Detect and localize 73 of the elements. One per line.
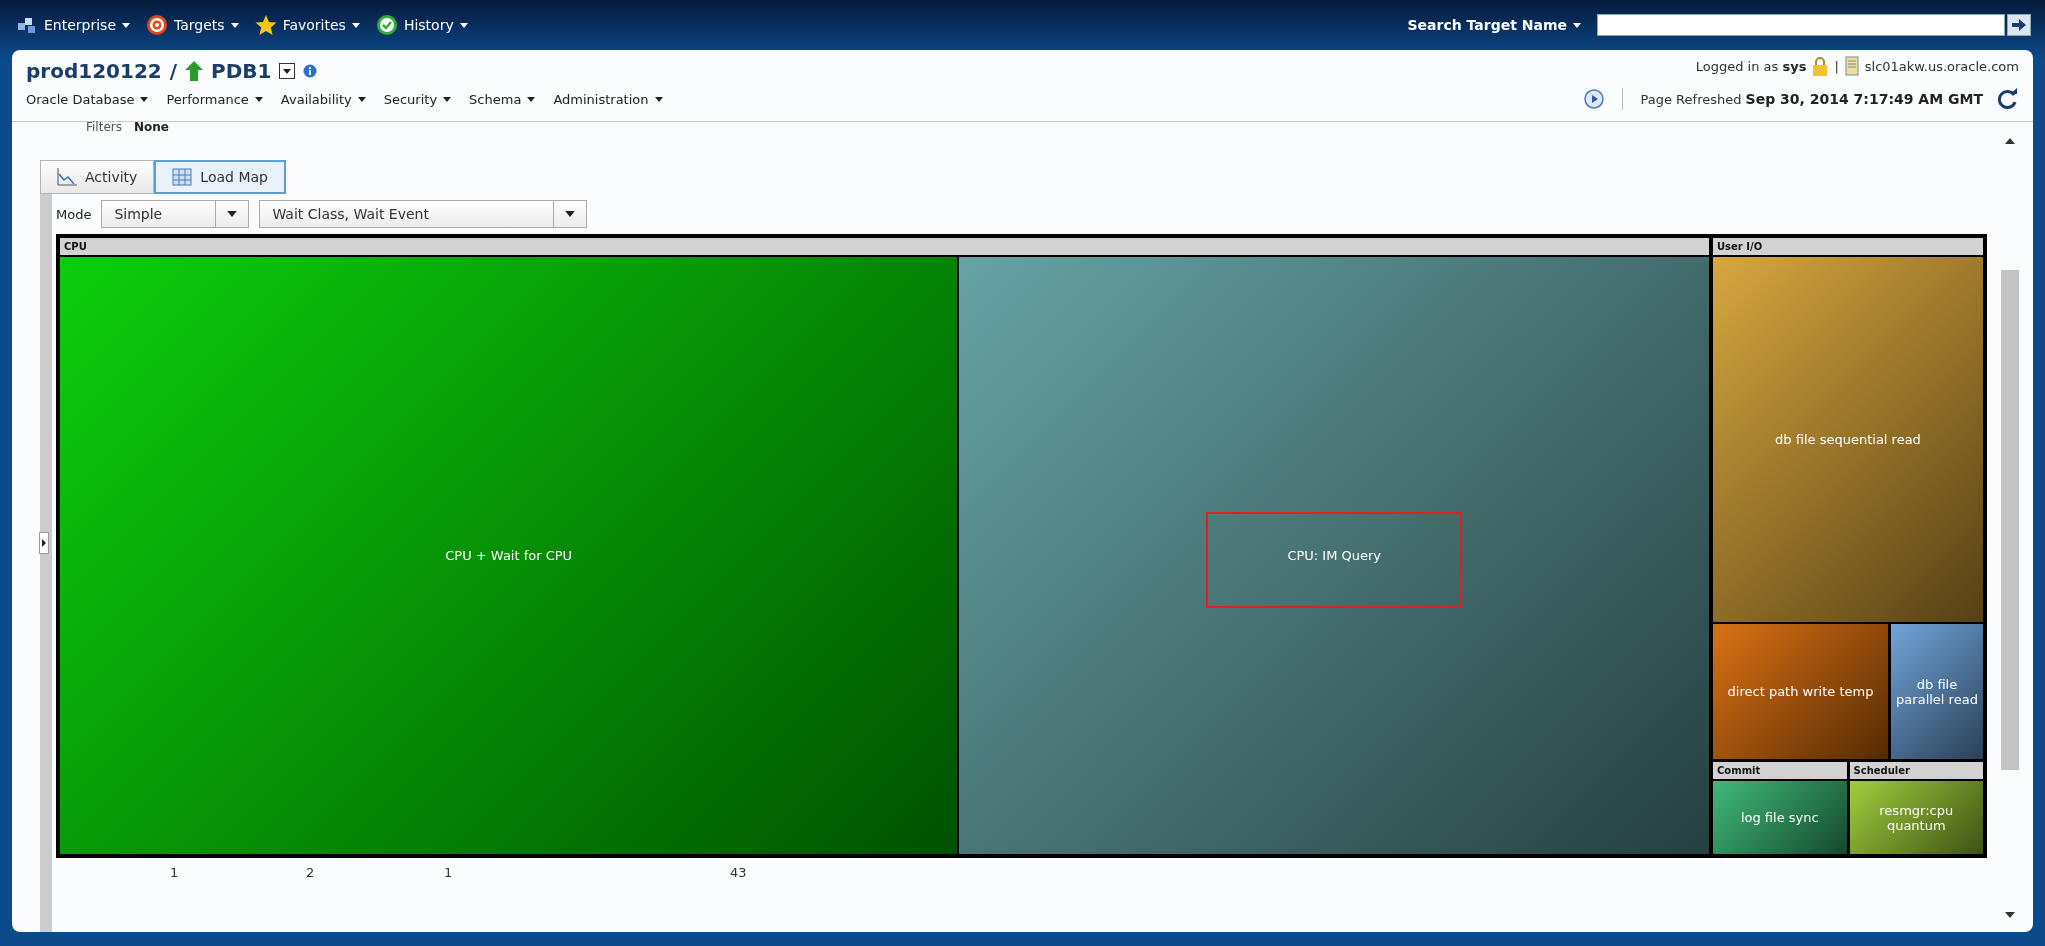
caret-icon [140, 97, 149, 102]
group-header: CPU [60, 238, 1709, 255]
scroll-up-icon[interactable] [2005, 138, 2015, 144]
caret-icon [351, 22, 360, 28]
caret-icon [1573, 22, 1581, 28]
search-scope-dropdown[interactable]: Search Target Name [1401, 16, 1587, 34]
caret-icon [254, 97, 263, 102]
caret-icon [565, 211, 576, 217]
dropdown-icon[interactable] [279, 63, 296, 79]
scroll-down-icon[interactable] [2005, 912, 2015, 918]
treemap-tile[interactable]: direct path write temp [1713, 624, 1888, 759]
host-link[interactable]: slc01akw.us.oracle.com [1864, 58, 2019, 74]
info-icon[interactable] [303, 64, 318, 78]
nav-menu[interactable]: Oracle Database [26, 92, 149, 107]
caret-icon [654, 97, 663, 102]
caret-icon [527, 97, 536, 102]
tab[interactable]: Activity [40, 160, 155, 194]
expand-toggle[interactable] [39, 532, 49, 554]
path-separator: / [169, 59, 178, 83]
search-field[interactable] [1597, 14, 2005, 36]
caret-icon [227, 211, 238, 217]
group-header: Scheduler [1849, 762, 1983, 779]
count-label: 1 [444, 864, 453, 880]
play-icon[interactable] [1583, 89, 1604, 109]
refresh-time: Page Refreshed Sep 30, 2014 7:17:49 AM GMT [1640, 91, 1983, 107]
menu-button[interactable]: Targets [146, 14, 239, 36]
grid-icon [172, 168, 193, 186]
caret-icon [357, 97, 366, 102]
login-text: Logged in as sys [1695, 58, 1807, 74]
menu-button[interactable]: History [375, 14, 468, 36]
nav-menu[interactable]: Schema [469, 92, 536, 107]
target-icon [146, 14, 169, 36]
star-icon [254, 14, 277, 36]
tab[interactable]: Load Map [154, 160, 286, 194]
scrollbar-thumb[interactable] [2001, 270, 2019, 770]
count-label: 1 [170, 864, 179, 880]
caret-icon [443, 97, 452, 102]
menu-button[interactable]: Enterprise [16, 16, 131, 34]
dimension-dropdown[interactable]: Wait Class, Wait Event [259, 200, 588, 228]
server-icon [1844, 56, 1859, 76]
nav-menu[interactable]: Performance [166, 92, 263, 107]
caret-right-icon [42, 539, 46, 547]
lock-icon [1812, 56, 1829, 76]
nav-menu[interactable]: Availability [280, 92, 366, 107]
count-label: 43 [730, 864, 747, 880]
filters-label: Filters [86, 120, 122, 136]
caret-icon [122, 22, 131, 28]
treemap-tile[interactable]: CPU: IM Query [959, 257, 1709, 854]
group-header: Commit [1713, 762, 1847, 779]
treemap-tile[interactable]: resmgr:cpu quantum [1849, 781, 1983, 854]
up-arrow-icon [185, 61, 204, 81]
treemap-tile[interactable]: CPU + Wait for CPU [60, 257, 958, 854]
filters-value: None [134, 120, 169, 136]
mode-dropdown[interactable]: Simple [101, 200, 250, 228]
cubes-icon [16, 16, 38, 34]
refresh-icon[interactable] [1997, 88, 2019, 110]
menu-button[interactable]: Favorites [254, 14, 360, 36]
nav-menu[interactable]: Administration [553, 92, 663, 107]
caret-icon [459, 22, 468, 28]
go-button[interactable] [2007, 14, 2031, 36]
arrow-right-icon [2012, 19, 2026, 31]
separator: | [1834, 58, 1839, 74]
caret-icon [230, 22, 239, 28]
treemap-tile[interactable]: db file sequential read [1713, 257, 1983, 622]
group-header: User I/O [1713, 238, 1983, 255]
target-parent-link[interactable]: prod120122 [26, 59, 162, 83]
target-name: PDB1 [211, 59, 272, 83]
mode-label: Mode [56, 206, 92, 222]
line-chart-icon [57, 168, 77, 186]
treemap-tile[interactable]: log file sync [1713, 781, 1847, 854]
count-label: 2 [306, 864, 315, 880]
treemap-tile[interactable]: db file parallel read [1891, 624, 1983, 759]
nav-menu[interactable]: Security [383, 92, 452, 107]
